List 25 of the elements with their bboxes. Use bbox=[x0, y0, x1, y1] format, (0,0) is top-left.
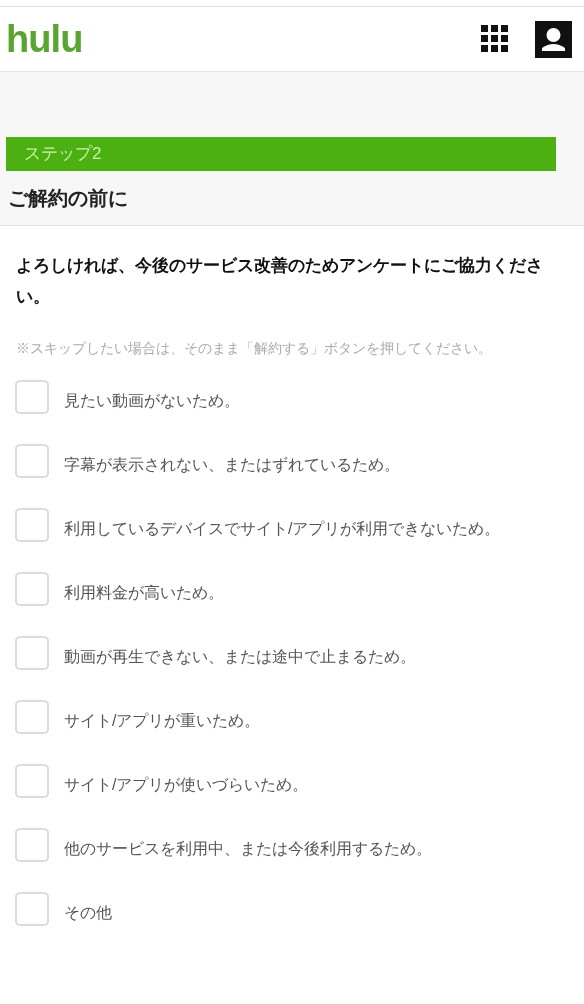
checkbox[interactable] bbox=[15, 636, 49, 670]
user-account-icon[interactable] bbox=[535, 20, 572, 58]
reason-label: 字幕が表示されない、またはずれているため。 bbox=[64, 455, 400, 475]
page-title: ご解約の前に bbox=[7, 186, 129, 211]
checkbox[interactable] bbox=[15, 892, 49, 926]
reason-label: 見たい動画がないため。 bbox=[64, 391, 240, 411]
hulu-logo[interactable]: hulu bbox=[6, 20, 83, 58]
survey-intro: よろしければ、今後のサービス改善のためアンケートにご協力ください。 bbox=[15, 255, 544, 308]
checkbox[interactable] bbox=[15, 700, 49, 734]
checkbox[interactable] bbox=[15, 828, 49, 862]
checkbox[interactable] bbox=[15, 380, 49, 414]
checkbox[interactable] bbox=[15, 764, 49, 798]
checkbox[interactable] bbox=[15, 444, 49, 478]
step-banner: ステップ2 bbox=[6, 137, 556, 171]
reason-label: 動画が再生できない、または途中で止まるため。 bbox=[64, 647, 416, 667]
reason-label: 他のサービスを利用中、または今後利用するため。 bbox=[64, 839, 432, 859]
reason-label: サイト/アプリが重いため。 bbox=[64, 711, 261, 731]
grid-menu-icon[interactable] bbox=[481, 25, 509, 53]
reason-label: その他 bbox=[64, 903, 112, 923]
reason-label: 利用しているデバイスでサイト/アプリが利用できないため。 bbox=[64, 519, 501, 539]
skip-note: ※スキップしたい場合は、そのまま「解約する」ボタンを押してください。 bbox=[15, 339, 493, 358]
checkbox[interactable] bbox=[15, 508, 49, 542]
checkbox[interactable] bbox=[15, 572, 49, 606]
reason-label: サイト/アプリが使いづらいため。 bbox=[64, 775, 309, 795]
reason-label: 利用料金が高いため。 bbox=[64, 583, 224, 603]
